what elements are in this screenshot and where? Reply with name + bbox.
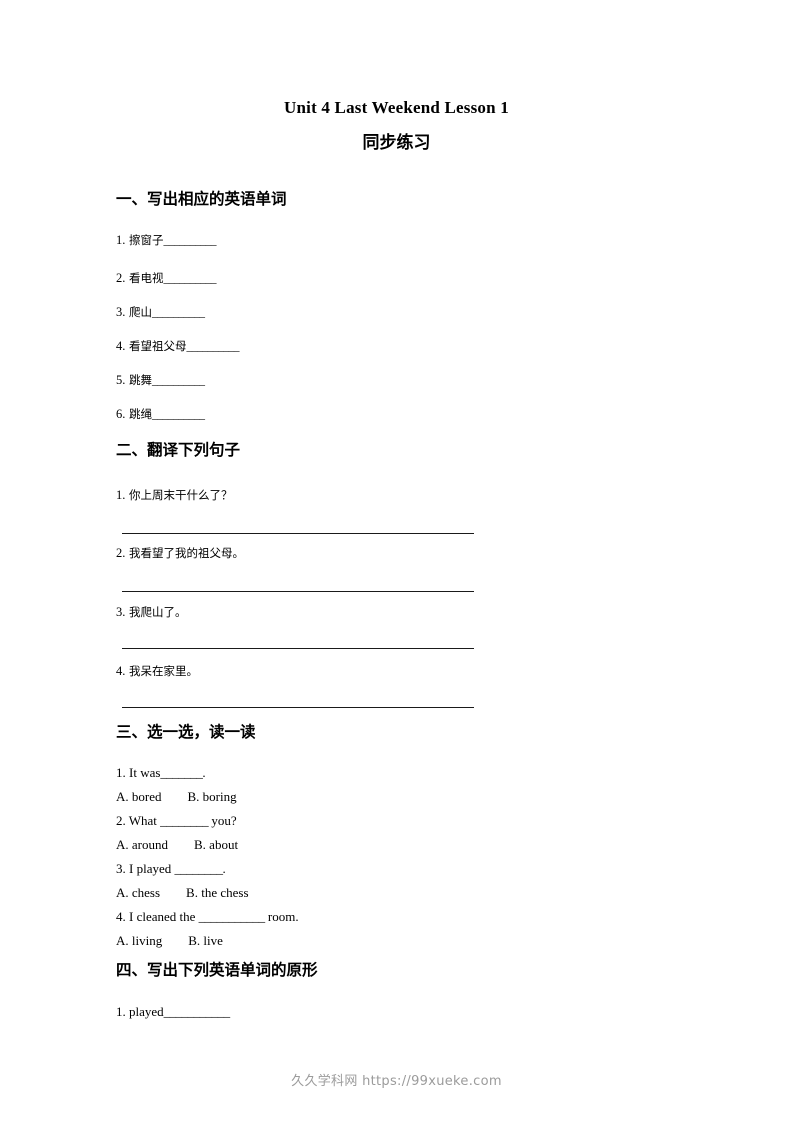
item-label: 我爬山了。 — [129, 605, 187, 619]
list-item: 1. played___________ — [116, 1004, 230, 1020]
fill-blank[interactable]: __________ — [164, 235, 217, 247]
mc-prompt: 4. I cleaned the — [116, 909, 199, 924]
fill-blank[interactable]: __________ — [164, 273, 217, 285]
mc-option-b[interactable]: B. live — [188, 933, 223, 948]
list-item: 2. 看电视__________ — [116, 271, 217, 287]
mc-question: 1. It was_______. — [116, 765, 206, 781]
fill-blank[interactable]: __________ — [152, 307, 205, 319]
mc-options: A. bored B. boring — [116, 789, 237, 805]
item-label: 爬山 — [129, 305, 153, 319]
answer-line[interactable] — [122, 648, 474, 649]
list-item: 3. 我爬山了。 — [116, 605, 187, 620]
fill-blank[interactable]: __________ — [187, 341, 240, 353]
mc-prompt: 1. It was — [116, 765, 161, 780]
mc-prompt-tail: . — [202, 765, 206, 780]
mc-option-a[interactable]: A. bored — [116, 789, 162, 804]
item-number: 2. — [116, 271, 126, 285]
item-label: 我看望了我的祖父母。 — [129, 546, 245, 560]
section-heading-1: 一、写出相应的英语单词 — [116, 190, 287, 208]
item-label: 跳绳 — [129, 407, 153, 421]
item-label: 你上周末干什么了？ — [129, 488, 233, 502]
list-item: 3. 爬山__________ — [116, 305, 205, 321]
fill-blank[interactable]: __________ — [152, 409, 205, 421]
worksheet-page: Unit 4 Last Weekend Lesson 1 同步练习 一、写出相应… — [0, 0, 793, 1122]
mc-question: 2. What ________ you? — [116, 813, 237, 829]
answer-line[interactable] — [122, 533, 474, 534]
mc-prompt-tail: room. — [264, 909, 299, 924]
item-number: 4. — [116, 339, 126, 353]
mc-options: A. around B. about — [116, 837, 238, 853]
item-label: 跳舞 — [129, 373, 153, 387]
item-number: 4. — [116, 664, 126, 678]
fill-blank[interactable]: _______ — [160, 765, 203, 780]
item-number: 6. — [116, 407, 126, 421]
item-label: 擦窗子 — [129, 233, 164, 247]
mc-question: 3. I played ________. — [116, 861, 226, 877]
section-heading-2: 二、翻译下列句子 — [116, 441, 241, 459]
item-number: 5. — [116, 373, 126, 387]
mc-prompt: 3. I played — [116, 861, 175, 876]
fill-blank[interactable]: ________ — [160, 813, 209, 828]
item-number: 3. — [116, 605, 126, 619]
item-number: 2. — [116, 546, 126, 560]
item-label: played — [129, 1004, 164, 1019]
mc-option-b[interactable]: B. about — [194, 837, 238, 852]
list-item: 4. 看望祖父母__________ — [116, 339, 240, 355]
item-number: 1. — [116, 233, 126, 247]
page-title: Unit 4 Last Weekend Lesson 1 — [284, 98, 509, 117]
list-item: 2. 我看望了我的祖父母。 — [116, 546, 244, 561]
item-label: 我呆在家里。 — [129, 664, 199, 678]
list-item: 6. 跳绳__________ — [116, 407, 205, 423]
fill-blank[interactable]: __________ — [152, 375, 205, 387]
item-number: 1. — [116, 488, 126, 502]
mc-option-a[interactable]: A. around — [116, 837, 168, 852]
item-number: 1. — [116, 1004, 126, 1019]
list-item: 4. 我呆在家里。 — [116, 664, 198, 679]
item-number: 3. — [116, 305, 126, 319]
mc-prompt: 2. What — [116, 813, 161, 828]
mc-option-a[interactable]: A. living — [116, 933, 162, 948]
fill-blank[interactable]: ________ — [174, 861, 223, 876]
answer-line[interactable] — [122, 591, 474, 592]
mc-option-a[interactable]: A. chess — [116, 885, 160, 900]
mc-options: A. chess B. the chess — [116, 885, 249, 901]
item-label: 看望祖父母 — [129, 339, 187, 353]
mc-option-b[interactable]: B. the chess — [186, 885, 248, 900]
mc-prompt-tail: . — [222, 861, 226, 876]
mc-question: 4. I cleaned the ___________ room. — [116, 909, 299, 925]
list-item: 1. 你上周末干什么了？ — [116, 488, 233, 503]
site-watermark: 久久学科网 https://99xueke.com — [291, 1074, 502, 1089]
mc-option-b[interactable]: B. boring — [188, 789, 237, 804]
mc-options: A. living B. live — [116, 933, 223, 949]
section-heading-3: 三、选一选，读一读 — [116, 723, 256, 741]
list-item: 1. 擦窗子__________ — [116, 233, 217, 249]
list-item: 5. 跳舞__________ — [116, 373, 205, 389]
fill-blank[interactable]: ___________ — [164, 1004, 231, 1019]
item-label: 看电视 — [129, 271, 164, 285]
fill-blank[interactable]: ___________ — [199, 909, 266, 924]
mc-prompt-tail: you? — [208, 813, 237, 828]
answer-line[interactable] — [122, 707, 474, 708]
page-subtitle: 同步练习 — [362, 132, 431, 153]
section-heading-4: 四、写出下列英语单词的原形 — [116, 961, 318, 979]
